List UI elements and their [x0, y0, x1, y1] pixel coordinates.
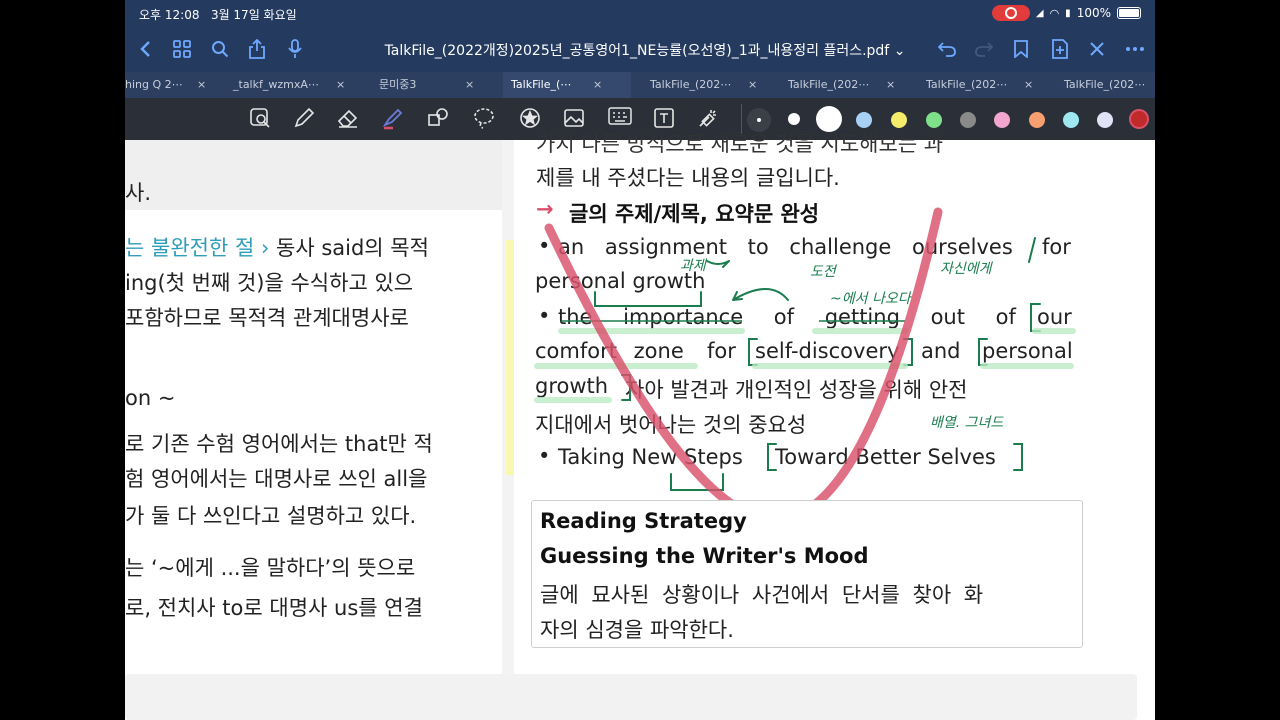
lasso-icon[interactable] — [471, 107, 497, 131]
tab-close-icon[interactable]: × — [336, 72, 345, 98]
tab-8[interactable]: TalkFile_(202⋯ — [1064, 72, 1155, 98]
document-title[interactable]: TalkFile_(2022개정)2025년_공통영어1_NE능률(오선영)_1… — [375, 40, 915, 60]
tab-label: 문미중3 — [379, 78, 417, 91]
color-gray-swatch[interactable] — [960, 112, 976, 128]
bookmark-icon[interactable] — [1009, 37, 1033, 61]
undo-icon[interactable] — [935, 37, 959, 61]
pdf-page: 사. 는 불완전한 절 › 동사 said의 목적 ing(첫 번째 것)을 수… — [125, 132, 1155, 720]
reading-strategy-box: Reading Strategy Guessing the Writer's M… — [531, 500, 1083, 648]
color-orange-swatch[interactable] — [1029, 112, 1045, 128]
status-time: 오후 12:08 3월 17일 화요일 — [139, 6, 297, 23]
add-page-icon[interactable] — [1048, 37, 1072, 61]
tab-label: TalkFile_(202⋯ — [788, 78, 870, 91]
tab-close-icon[interactable]: × — [748, 72, 757, 98]
tab-label: TalkFile_(202⋯ — [926, 78, 1008, 91]
tab-close-icon[interactable]: × — [886, 72, 895, 98]
tab-label: TalkFile_(⋯ — [511, 78, 572, 91]
back-icon[interactable] — [133, 37, 157, 61]
tab-6[interactable]: TalkFile_(202⋯ × — [788, 72, 898, 98]
wifi-icon: ◠ — [1049, 6, 1060, 20]
tab-label: _talkf_wzmxA⋯ — [233, 78, 319, 91]
color-light-blue-swatch[interactable] — [856, 112, 872, 128]
color-red-selected-swatch[interactable] — [1129, 109, 1149, 129]
next-page-edge — [125, 674, 1137, 720]
date-text: 3월 17일 화요일 — [210, 8, 297, 22]
grid-icon[interactable] — [170, 37, 194, 61]
strategy-title: Reading Strategy — [540, 509, 747, 533]
battery-icon — [1117, 7, 1141, 19]
tab-5[interactable]: TalkFile_(202⋯ × — [650, 72, 760, 98]
size-medium-swatch[interactable] — [788, 113, 800, 125]
pen-icon[interactable] — [291, 107, 317, 131]
tab-1[interactable]: hing Q 2⋯ × — [125, 72, 215, 98]
screen-record-icon[interactable] — [991, 5, 1030, 21]
search-icon[interactable] — [208, 37, 232, 61]
more-icon[interactable] — [1123, 37, 1147, 61]
tab-close-icon[interactable]: × — [593, 72, 602, 98]
tab-close-icon[interactable]: × — [1024, 72, 1033, 98]
color-pink-swatch[interactable] — [994, 112, 1010, 128]
status-bar: 오후 12:08 3월 17일 화요일 ◢ ◠ ▮ 100% — [125, 0, 1155, 28]
shapes-icon[interactable] — [425, 107, 451, 131]
color-lavender-swatch[interactable] — [1097, 112, 1113, 128]
close-icon[interactable] — [1085, 37, 1109, 61]
eraser-icon[interactable] — [335, 107, 361, 131]
tab-close-icon[interactable]: × — [197, 72, 206, 98]
redo-icon[interactable] — [972, 37, 996, 61]
share-icon[interactable] — [245, 37, 269, 61]
tab-3[interactable]: 문미중3 × — [379, 72, 484, 98]
time-text: 오후 12:08 — [139, 8, 200, 22]
tab-label: TalkFile_(202⋯ — [650, 78, 732, 91]
ipad-screen: 오후 12:08 3월 17일 화요일 ◢ ◠ ▮ 100% TalkFile_… — [125, 0, 1155, 720]
tab-close-icon[interactable]: × — [465, 72, 474, 98]
strategy-subtitle: Guessing the Writer's Mood — [540, 544, 869, 568]
status-right: ◢ ◠ ▮ 100% — [991, 5, 1141, 21]
tab-7[interactable]: TalkFile_(202⋯ × — [926, 72, 1036, 98]
location-icon: ◢ — [1035, 7, 1044, 19]
color-cyan-swatch[interactable] — [1063, 112, 1079, 128]
color-yellow-swatch[interactable] — [891, 112, 907, 128]
highlighter-icon[interactable] — [379, 107, 405, 131]
tab-label: TalkFile_(202⋯ — [1064, 78, 1146, 91]
color-green-swatch[interactable] — [926, 112, 942, 128]
microphone-icon[interactable] — [283, 37, 307, 61]
tab-label: hing Q 2⋯ — [125, 78, 183, 91]
tab-4-active[interactable]: TalkFile_(⋯ × — [503, 72, 631, 98]
title-bar: TalkFile_(2022개정)2025년_공통영어1_NE능률(오선영)_1… — [125, 30, 1155, 68]
tab-2[interactable]: _talkf_wzmxA⋯ × — [233, 72, 353, 98]
strategy-body-2: 자의 심경을 파악한다. — [540, 618, 734, 642]
strategy-body-1: 글에 묘사된 상황이나 사건에서 단서를 찾아 화 — [540, 583, 984, 607]
lock-icon: ▮ — [1065, 7, 1071, 19]
top-bar: 오후 12:08 3월 17일 화요일 ◢ ◠ ▮ 100% TalkFile_… — [125, 0, 1155, 72]
lasso-zoom-icon[interactable] — [247, 107, 273, 131]
tab-strip: hing Q 2⋯ × _talkf_wzmxA⋯ × 문미중3 × TalkF… — [125, 72, 1155, 98]
battery-text: 100% — [1076, 6, 1111, 20]
